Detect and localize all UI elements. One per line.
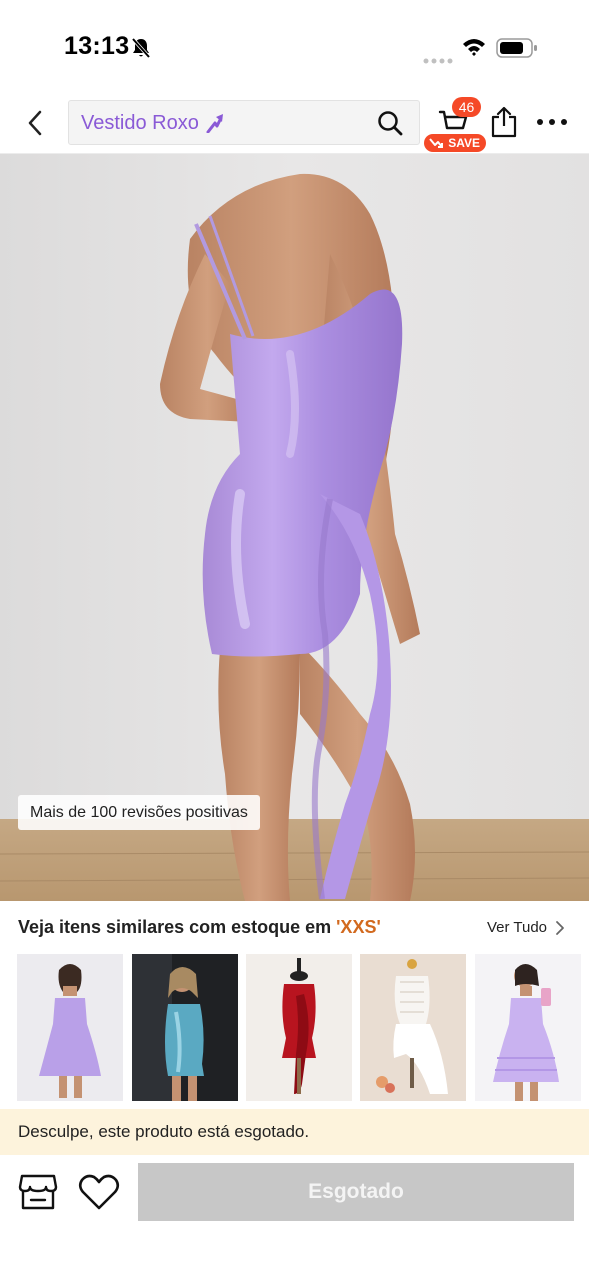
similar-item-teal-bodycon-dress[interactable] [132,954,238,1101]
chevron-right-icon [556,920,564,935]
similar-item-lilac-mini-dress[interactable] [17,954,123,1101]
bottom-action-bar: Esgotado [0,1155,589,1280]
wifi-icon [462,37,486,62]
signal-icon [423,51,453,69]
chevron-left-icon[interactable] [18,106,52,140]
status-time: 13:13 [64,32,130,60]
nav-bar: Vestido Roxo 46 SAVE [0,92,589,154]
cart-button[interactable]: 46 SAVE [424,96,486,152]
share-icon[interactable] [490,106,522,140]
cart-count-badge: 46 [452,97,481,117]
search-input[interactable]: Vestido Roxo [68,100,420,145]
similar-item-lilac-sundress[interactable] [475,954,581,1101]
similar-item-white-lace-dress[interactable] [360,954,466,1101]
heart-icon[interactable] [78,1173,122,1213]
soldout-notice: Desculpe, este produto está esgotado. [0,1109,589,1155]
trending-arrow-icon [206,113,224,138]
product-image[interactable]: Mais de 100 revisões positivas [0,154,589,901]
soldout-button[interactable]: Esgotado [138,1163,574,1221]
reviews-badge: Mais de 100 revisões positivas [18,795,260,830]
similar-items-list [17,954,581,1101]
search-query-text: Vestido Roxo [81,112,199,134]
similar-items-title: Veja itens similares com estoque em 'XXS… [18,917,381,938]
see-all-link[interactable]: Ver Tudo [487,919,565,936]
more-dots-icon[interactable] [536,114,570,132]
save-label: SAVE [448,136,480,150]
battery-icon [496,38,538,63]
see-all-label: Ver Tudo [486,919,547,936]
store-icon[interactable] [18,1173,60,1213]
status-bar: 13:13 [0,0,589,92]
search-icon[interactable] [377,110,403,141]
similar-items-title-text: Veja itens similares com estoque em [18,917,337,937]
similar-items-section: Veja itens similares com estoque em 'XXS… [0,901,589,1108]
save-badge: SAVE [424,134,486,152]
similar-item-red-draped-dress[interactable] [246,954,352,1101]
bell-slash-icon [131,37,151,64]
soldout-notice-text: Desculpe, este produto está esgotado. [18,1122,310,1141]
similar-items-size: 'XXS' [336,917,381,937]
